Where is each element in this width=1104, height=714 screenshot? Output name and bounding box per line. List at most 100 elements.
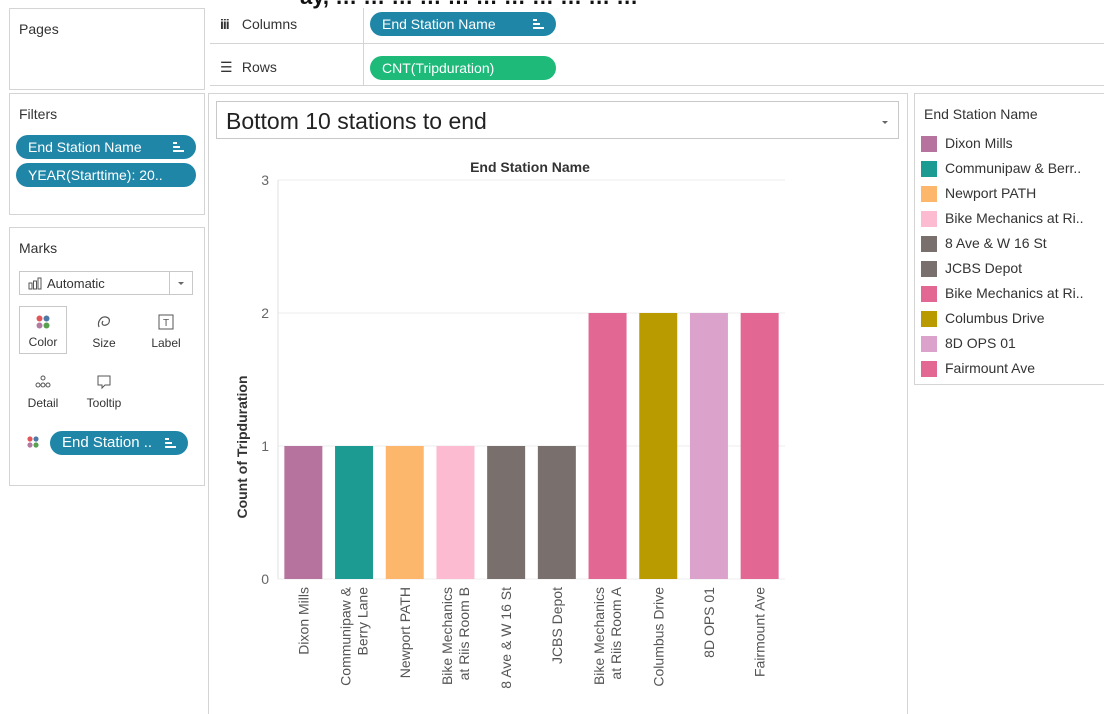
rows-label: Rows (241, 59, 277, 75)
legend-swatch (921, 286, 937, 302)
label-button[interactable]: T Label (138, 306, 194, 354)
x-tick-label: Dixon Mills (295, 587, 311, 655)
bar[interactable] (436, 446, 475, 579)
x-tick-label: JCBS Depot (549, 587, 565, 664)
legend-label: Bike Mechanics at Ri.. (945, 285, 1084, 301)
bar[interactable] (335, 446, 374, 579)
marks-card: Marks Automatic Color Size T Label Detai… (9, 227, 205, 486)
mark-type-dropdown[interactable]: Automatic (19, 271, 193, 295)
size-icon (96, 314, 112, 333)
size-label: Size (92, 336, 116, 350)
tooltip-button[interactable]: Tooltip (80, 366, 128, 414)
tooltip-icon (96, 374, 112, 393)
x-tick-label: Berry Lane (355, 587, 371, 656)
x-tick-label: Bike Mechanics (439, 587, 455, 685)
svg-text:T: T (163, 318, 169, 329)
filters-title: Filters (19, 106, 58, 122)
x-tick-label: Columbus Drive (650, 587, 666, 687)
bar-chart: End Station Name Count of Tripduration 0… (234, 159, 785, 689)
filter-pill-year[interactable]: YEAR(Starttime): 20.. (16, 163, 196, 187)
filter-pill-end-station[interactable]: End Station Name (16, 135, 196, 159)
bar[interactable] (588, 313, 627, 579)
mark-type-label: Automatic (47, 276, 105, 291)
legend-item[interactable]: Bike Mechanics at Ri.. (921, 208, 1101, 230)
legend-item[interactable]: 8D OPS 01 (921, 333, 1101, 355)
x-tick-label: Newport PATH (397, 587, 413, 678)
columns-label: Columns (241, 16, 298, 32)
legend-label: Communipaw & Berr.. (945, 160, 1082, 176)
bar[interactable] (740, 313, 779, 579)
legend-label: Dixon Mills (945, 135, 1013, 151)
legend-item[interactable]: Fairmount Ave (921, 358, 1101, 380)
color-dots-icon (27, 435, 39, 453)
legend-label: Columbus Drive (945, 310, 1045, 326)
detail-icon (35, 374, 51, 393)
bar[interactable] (284, 446, 323, 579)
x-tick-label: Bike Mechanics (591, 587, 607, 685)
x-tick-label: at Riis Room A (608, 586, 624, 679)
legend-swatch (921, 336, 937, 352)
legend-item[interactable]: 8 Ave & W 16 St (921, 233, 1101, 255)
chevron-down-icon[interactable] (880, 114, 890, 132)
legend-swatch (921, 311, 937, 327)
y-tick-label: 3 (261, 172, 269, 188)
worksheet-title-box[interactable]: Bottom 10 stations to end (216, 101, 899, 139)
legend-label: JCBS Depot (945, 260, 1023, 276)
legend-swatch (921, 161, 937, 177)
legend-label: Newport PATH (945, 185, 1037, 201)
size-button[interactable]: Size (80, 306, 128, 354)
x-tick-label: 8D OPS 01 (701, 587, 717, 658)
rows-icon: ☰ (220, 59, 233, 75)
marks-title: Marks (19, 240, 58, 256)
legend-swatch (921, 211, 937, 227)
y-tick-label: 0 (261, 571, 269, 587)
sort-icon (173, 142, 184, 152)
cropped-header-text: ay, … … … … … … … … … … … (300, 0, 638, 10)
color-field-pill[interactable]: End Station .. (50, 431, 188, 455)
columns-pill[interactable]: End Station Name (370, 12, 556, 36)
bar[interactable] (385, 446, 424, 579)
color-field-pill-label: End Station .. (62, 434, 153, 451)
legend-item[interactable]: JCBS Depot (921, 258, 1101, 280)
columns-pill-label: End Station Name (382, 16, 496, 32)
legend-label: 8D OPS 01 (945, 335, 1016, 351)
shelf-divider (210, 85, 1104, 86)
x-tick-label: Communipaw & (338, 586, 354, 685)
filter-pill-label: End Station Name (28, 139, 142, 155)
filters-card: Filters End Station Name YEAR(Starttime)… (9, 93, 205, 215)
color-button[interactable]: Color (19, 306, 67, 354)
color-dots-icon (36, 315, 50, 332)
bar-chart-icon (28, 276, 42, 293)
sort-icon (165, 438, 176, 448)
legend-item[interactable]: Newport PATH (921, 183, 1101, 205)
x-tick-label: at Riis Room B (456, 587, 472, 680)
legend-swatch (921, 136, 937, 152)
label-icon: T (158, 314, 174, 333)
sort-icon (533, 19, 544, 29)
rows-shelf-label: ☰ Rows (220, 59, 277, 76)
columns-shelf-label: iii Columns (220, 16, 297, 32)
legend-item[interactable]: Columbus Drive (921, 308, 1101, 330)
worksheet-title: Bottom 10 stations to end (226, 108, 487, 134)
legend-item[interactable]: Communipaw & Berr.. (921, 158, 1101, 180)
shelf-divider (363, 8, 364, 86)
bar[interactable] (689, 313, 728, 579)
legend-label: Bike Mechanics at Ri.. (945, 210, 1084, 226)
detail-label: Detail (27, 396, 59, 410)
pages-title: Pages (19, 21, 59, 37)
bar[interactable] (537, 446, 576, 579)
legend-item[interactable]: Bike Mechanics at Ri.. (921, 283, 1101, 305)
legend-label: Fairmount Ave (945, 360, 1036, 376)
color-label: Color (28, 335, 58, 349)
chart-title: End Station Name (470, 159, 590, 175)
columns-icon: iii (220, 16, 230, 32)
filter-pill-label: YEAR(Starttime): 20.. (28, 167, 163, 183)
detail-button[interactable]: Detail (19, 366, 67, 414)
pages-card[interactable]: Pages (9, 8, 205, 90)
legend-label: 8 Ave & W 16 St (945, 235, 1047, 251)
x-tick-label: 8 Ave & W 16 St (498, 587, 514, 689)
rows-pill[interactable]: CNT(Tripduration) (370, 56, 556, 80)
bar[interactable] (487, 446, 526, 579)
bar[interactable] (639, 313, 678, 579)
legend-item[interactable]: Dixon Mills (921, 133, 1101, 155)
